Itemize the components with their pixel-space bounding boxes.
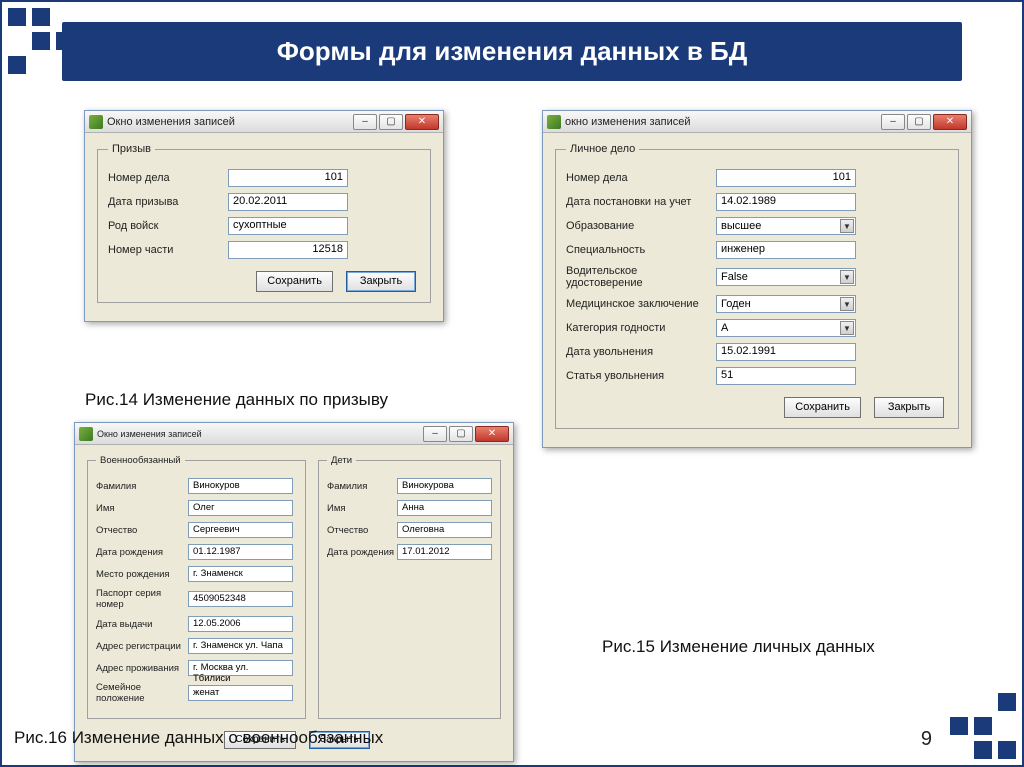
- titlebar[interactable]: окно изменения записей – ▢ ✕: [543, 111, 971, 133]
- input-spec[interactable]: инженер: [716, 241, 856, 259]
- app-icon: [79, 427, 93, 441]
- label: Статья увольнения: [566, 370, 716, 382]
- label: Фамилия: [96, 481, 188, 492]
- app-icon: [547, 115, 561, 129]
- window-title: окно изменения записей: [565, 116, 875, 128]
- input-name[interactable]: Олег: [188, 500, 293, 516]
- input-surname[interactable]: Винокуров: [188, 478, 293, 494]
- label-unit: Номер части: [108, 244, 228, 256]
- input-child-birthdate[interactable]: 17.01.2012: [397, 544, 492, 560]
- label: Адрес регистрации: [96, 641, 188, 652]
- save-button[interactable]: Сохранить: [256, 271, 333, 292]
- group-legend: Призыв: [108, 143, 155, 155]
- combo-category[interactable]: А▼: [716, 319, 856, 337]
- slide-title: Формы для изменения данных в БД: [62, 22, 962, 81]
- label: Дата увольнения: [566, 346, 716, 358]
- input-marital[interactable]: женат: [188, 685, 293, 701]
- group-legend: Военнообязанный: [96, 455, 185, 466]
- combo-license[interactable]: False▼: [716, 268, 856, 286]
- label-date: Дата призыва: [108, 196, 228, 208]
- input-birthplace[interactable]: г. Знаменск: [188, 566, 293, 582]
- chevron-down-icon: ▼: [840, 219, 854, 233]
- label: Отчество: [327, 525, 397, 536]
- label: Дата постановки на учет: [566, 196, 716, 208]
- label: Семейное положение: [96, 682, 188, 704]
- input-child-surname[interactable]: Винокурова: [397, 478, 492, 494]
- caption-16: Рис.16 Изменение данных о военнообязанны…: [14, 728, 383, 748]
- group-personal: Личное дело Номер дела 101 Дата постанов…: [555, 143, 959, 429]
- minimize-button[interactable]: –: [353, 114, 377, 130]
- label: Адрес проживания: [96, 663, 188, 674]
- label: Дата рождения: [96, 547, 188, 558]
- chevron-down-icon: ▼: [840, 321, 854, 335]
- combo-education[interactable]: высшее▼: [716, 217, 856, 235]
- label-troop: Род войск: [108, 220, 228, 232]
- close-form-button[interactable]: Закрыть: [874, 397, 944, 418]
- window-personal: окно изменения записей – ▢ ✕ Личное дело…: [542, 110, 972, 448]
- label: Фамилия: [327, 481, 397, 492]
- label: Категория годности: [566, 322, 716, 334]
- label: Дата выдачи: [96, 619, 188, 630]
- label-num: Номер дела: [108, 172, 228, 184]
- close-form-button[interactable]: Закрыть: [346, 271, 416, 292]
- chevron-down-icon: ▼: [840, 270, 854, 284]
- window-title: Окно изменения записей: [97, 429, 417, 439]
- input-dismiss-date[interactable]: 15.02.1991: [716, 343, 856, 361]
- maximize-button[interactable]: ▢: [379, 114, 403, 130]
- maximize-button[interactable]: ▢: [449, 426, 473, 442]
- group-children: Дети ФамилияВинокурова ИмяАнна ОтчествоО…: [318, 455, 501, 719]
- caption-15: Рис.15 Изменение личных данных: [602, 637, 875, 657]
- label: Место рождения: [96, 569, 188, 580]
- close-button[interactable]: ✕: [933, 114, 967, 130]
- label: Паспорт серия номер: [96, 588, 188, 610]
- label: Водительское удостоверение: [566, 265, 716, 289]
- caption-14: Рис.14 Изменение данных по призыву: [85, 390, 388, 410]
- page-number: 9: [921, 728, 932, 751]
- input-birthdate[interactable]: 01.12.1987: [188, 544, 293, 560]
- label: Медицинское заключение: [566, 298, 716, 310]
- label: Специальность: [566, 244, 716, 256]
- window-servicemen: Окно изменения записей – ▢ ✕ Военнообяза…: [74, 422, 514, 762]
- group-legend: Личное дело: [566, 143, 639, 155]
- group-person: Военнообязанный ФамилияВинокуров ИмяОлег…: [87, 455, 306, 719]
- group-legend: Дети: [327, 455, 356, 466]
- input-live-address[interactable]: г. Москва ул. Тбилиси: [188, 660, 293, 676]
- chevron-down-icon: ▼: [840, 297, 854, 311]
- close-button[interactable]: ✕: [475, 426, 509, 442]
- input-passport-date[interactable]: 12.05.2006: [188, 616, 293, 632]
- input-num[interactable]: 101: [228, 169, 348, 187]
- input-child-name[interactable]: Анна: [397, 500, 492, 516]
- input-reg-address[interactable]: г. Знаменск ул. Чапа: [188, 638, 293, 654]
- label: Дата рождения: [327, 547, 397, 558]
- save-button[interactable]: Сохранить: [784, 397, 861, 418]
- label: Отчество: [96, 525, 188, 536]
- combo-medical[interactable]: Годен▼: [716, 295, 856, 313]
- window-title: Окно изменения записей: [107, 116, 347, 128]
- close-button[interactable]: ✕: [405, 114, 439, 130]
- input-regdate[interactable]: 14.02.1989: [716, 193, 856, 211]
- label: Номер дела: [566, 172, 716, 184]
- group-priziv: Призыв Номер дела 101 Дата призыва 20.02…: [97, 143, 431, 303]
- input-unit[interactable]: 12518: [228, 241, 348, 259]
- input-child-patronymic[interactable]: Олеговна: [397, 522, 492, 538]
- window-priziv: Окно изменения записей – ▢ ✕ Призыв Номе…: [84, 110, 444, 322]
- maximize-button[interactable]: ▢: [907, 114, 931, 130]
- minimize-button[interactable]: –: [881, 114, 905, 130]
- titlebar[interactable]: Окно изменения записей – ▢ ✕: [85, 111, 443, 133]
- label: Образование: [566, 220, 716, 232]
- label: Имя: [327, 503, 397, 514]
- input-passport[interactable]: 4509052348: [188, 591, 293, 607]
- input-patronymic[interactable]: Сергеевич: [188, 522, 293, 538]
- input-date[interactable]: 20.02.2011: [228, 193, 348, 211]
- titlebar[interactable]: Окно изменения записей – ▢ ✕: [75, 423, 513, 445]
- input-num[interactable]: 101: [716, 169, 856, 187]
- label: Имя: [96, 503, 188, 514]
- minimize-button[interactable]: –: [423, 426, 447, 442]
- app-icon: [89, 115, 103, 129]
- input-troop[interactable]: сухоптные: [228, 217, 348, 235]
- input-article[interactable]: 51: [716, 367, 856, 385]
